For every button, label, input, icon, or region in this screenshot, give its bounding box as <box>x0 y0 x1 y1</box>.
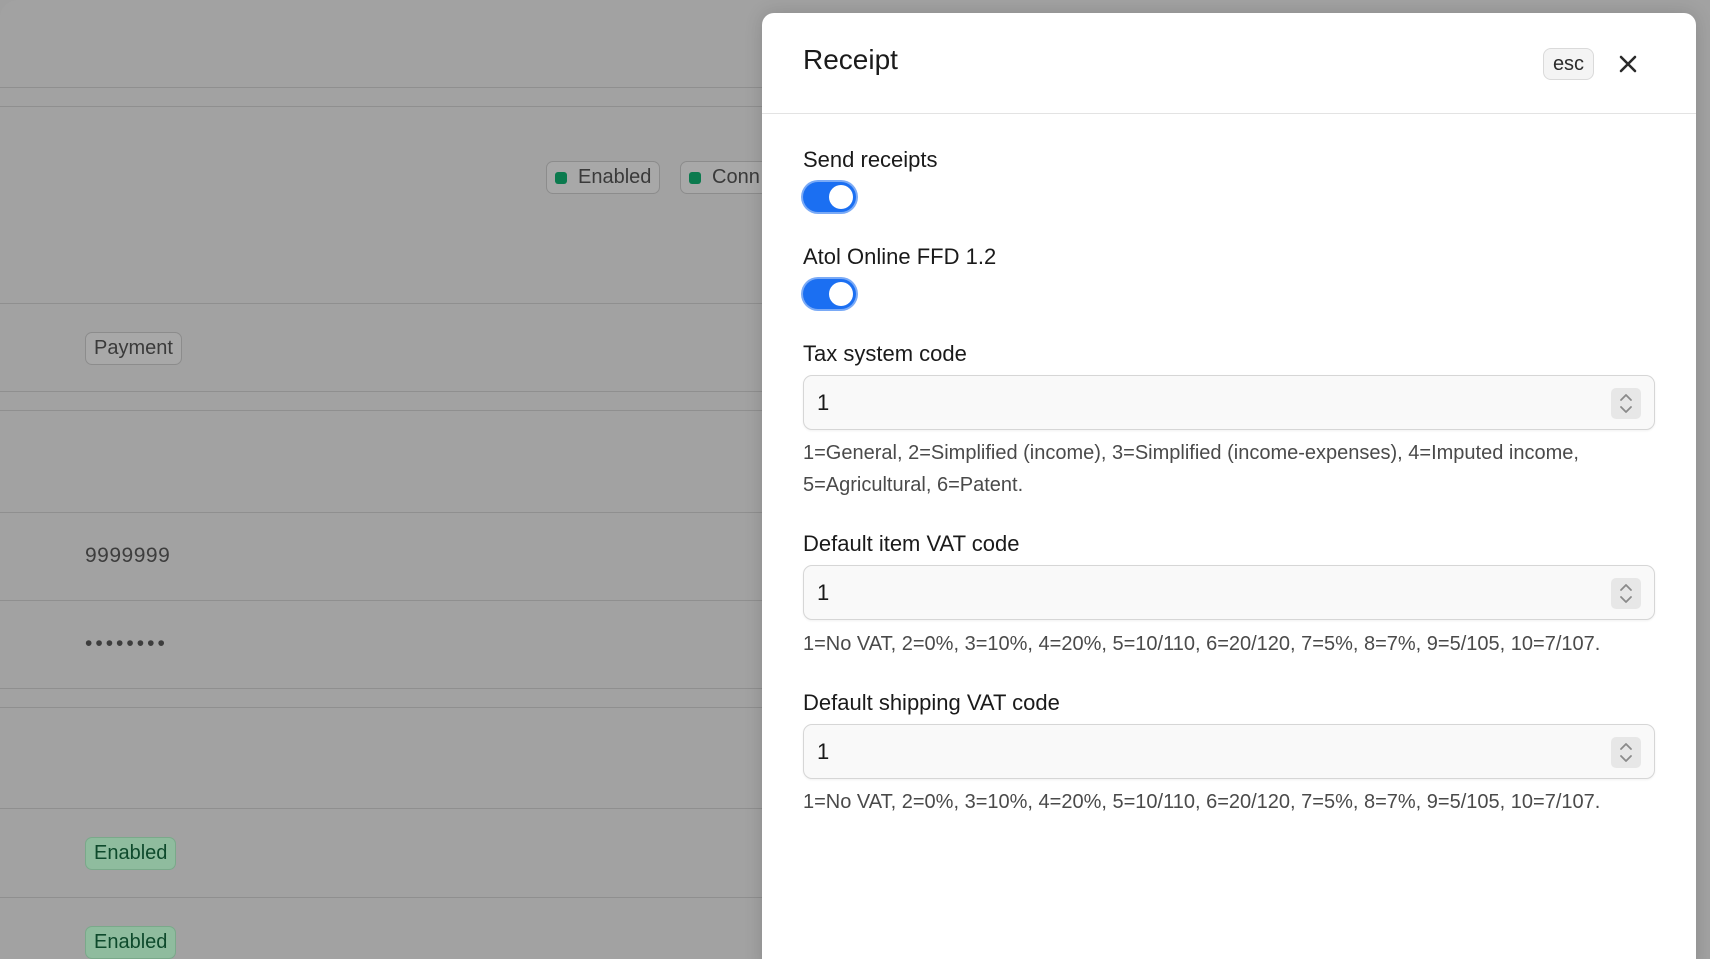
default-shipping-vat-input[interactable]: 1 <box>803 724 1655 779</box>
number-stepper-icon[interactable] <box>1611 578 1641 609</box>
payment-badge: Payment <box>85 332 182 365</box>
divider <box>0 688 762 689</box>
default-shipping-vat-help: 1=No VAT, 2=0%, 3=10%, 4=20%, 5=10/110, … <box>803 791 1601 813</box>
merchant-id-value: 9999999 <box>85 544 171 567</box>
status-badge-enabled: Enabled <box>85 926 177 959</box>
tax-system-code-help: 1=General, 2=Simplified (income), 3=Simp… <box>803 442 1579 496</box>
divider <box>0 410 762 411</box>
send-receipts-toggle[interactable] <box>803 182 856 212</box>
tax-system-code-value: 1 <box>817 389 830 415</box>
divider <box>0 106 762 107</box>
esc-key-hint[interactable]: esc <box>1543 48 1594 80</box>
toggle-knob <box>829 282 853 306</box>
status-dot-icon <box>689 171 701 184</box>
atol-ffd-toggle[interactable] <box>803 279 856 309</box>
divider <box>0 707 762 708</box>
status-badge-label: Enabled <box>94 931 168 953</box>
divider <box>0 808 762 809</box>
divider <box>0 600 762 601</box>
tax-system-code-input[interactable]: 1 <box>803 375 1655 430</box>
send-receipts-label: Send receipts <box>803 147 938 172</box>
number-stepper-icon[interactable] <box>1611 737 1641 768</box>
status-badge-label: Conn <box>712 166 760 188</box>
background-content: Enabled Conn Payment 9999999 •••••••• En… <box>0 0 762 959</box>
payment-badge-label: Payment <box>94 337 173 359</box>
drawer-title: Receipt <box>803 44 898 75</box>
default-shipping-vat-label: Default shipping VAT code <box>803 690 1060 715</box>
default-item-vat-value: 1 <box>817 579 830 605</box>
receipt-drawer: Receipt esc Send receipts Atol Online FF… <box>762 13 1696 959</box>
status-dot-icon <box>555 171 567 184</box>
number-stepper-icon[interactable] <box>1611 388 1641 419</box>
default-item-vat-input[interactable]: 1 <box>803 565 1655 620</box>
atol-ffd-label: Atol Online FFD 1.2 <box>803 244 997 269</box>
status-badge-enabled: Enabled <box>85 837 177 870</box>
status-badge-label: Enabled <box>94 842 168 864</box>
divider <box>0 87 762 88</box>
divider <box>0 303 762 304</box>
divider <box>0 391 762 392</box>
default-shipping-vat-value: 1 <box>817 738 830 764</box>
toggle-knob <box>829 185 853 209</box>
drawer-header: Receipt esc <box>762 13 1696 114</box>
close-icon[interactable] <box>1615 51 1641 77</box>
default-item-vat-label: Default item VAT code <box>803 531 1020 556</box>
divider <box>0 897 762 898</box>
status-badge-enabled: Enabled <box>546 161 661 194</box>
tax-system-code-label: Tax system code <box>803 341 967 366</box>
password-value: •••••••• <box>85 632 168 655</box>
divider <box>0 512 762 513</box>
status-badge-connection: Conn <box>680 161 762 194</box>
default-item-vat-help: 1=No VAT, 2=0%, 3=10%, 4=20%, 5=10/110, … <box>803 633 1601 655</box>
status-badge-label: Enabled <box>578 166 652 188</box>
